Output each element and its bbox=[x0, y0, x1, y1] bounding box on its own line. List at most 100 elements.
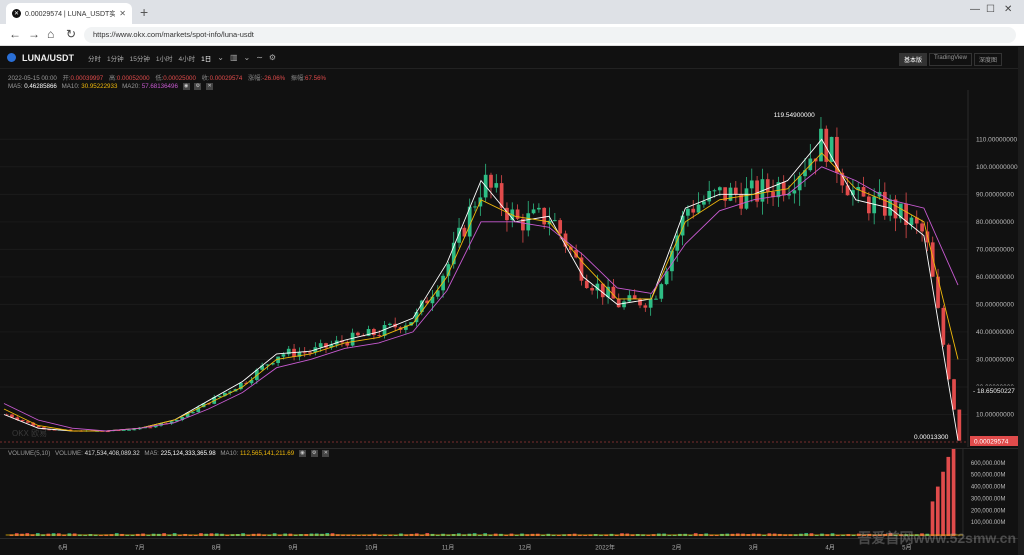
back-arrow-icon[interactable]: ← bbox=[9, 27, 21, 41]
candlestick bbox=[494, 174, 499, 193]
maximize-button[interactable]: ☐ bbox=[986, 4, 995, 15]
candlestick bbox=[505, 202, 509, 232]
volume-chart[interactable]: 600,000.00M 500,000.00M 400,000.00M 300,000… bbox=[0, 448, 1024, 538]
candlestick bbox=[898, 203, 903, 223]
candle-body bbox=[302, 352, 307, 354]
candle-body bbox=[952, 379, 956, 410]
home-icon[interactable]: ⌂ bbox=[47, 27, 54, 41]
volume-bar bbox=[941, 471, 945, 537]
volume-tick-label: 200,000.00M bbox=[971, 508, 1006, 514]
candle-body bbox=[217, 395, 222, 398]
price-tick-label: 40.00000000 bbox=[976, 329, 1014, 336]
reload-icon[interactable]: ↻ bbox=[66, 27, 76, 41]
symbol-name[interactable]: LUNA/USDT bbox=[22, 53, 74, 63]
price-tick-label: 90.00000000 bbox=[976, 191, 1014, 198]
candlestick bbox=[877, 179, 882, 200]
time-tick-label: 7月 bbox=[135, 544, 145, 551]
address-bar: ← → ⌂ ↻ https://www.okx.com/markets/spot… bbox=[0, 24, 1024, 46]
settings-icon[interactable]: ⚙ bbox=[194, 83, 202, 90]
okx-favicon-icon: ✕ bbox=[12, 9, 21, 18]
candlestick bbox=[686, 205, 690, 227]
eye-icon[interactable]: ◉ bbox=[182, 83, 190, 90]
candlestick bbox=[542, 207, 547, 230]
candlestick bbox=[659, 282, 664, 302]
candle-body bbox=[377, 335, 382, 337]
price-tick-label: 50.00000000 bbox=[976, 301, 1014, 308]
new-tab-button[interactable]: + bbox=[140, 4, 148, 20]
candle-body bbox=[893, 199, 898, 219]
price-tick-label: 100.00000000 bbox=[976, 164, 1018, 171]
amplitude-value: 67.56% bbox=[305, 75, 327, 82]
close-window-button[interactable]: ✕ bbox=[1004, 4, 1012, 15]
close-label: 收: bbox=[201, 75, 210, 82]
drawing-tool-icon[interactable]: ∼ bbox=[256, 53, 263, 62]
candlestick bbox=[952, 378, 956, 410]
interval-tab[interactable]: 分时 bbox=[88, 53, 101, 63]
candlestick bbox=[957, 409, 962, 441]
volume-bar bbox=[809, 533, 814, 537]
candle-body bbox=[318, 343, 323, 348]
interval-tab[interactable]: 1小时 bbox=[156, 53, 173, 63]
volume-tick-label: 600,000.00M bbox=[971, 461, 1006, 467]
chevron-down-icon[interactable]: ⌄ bbox=[244, 53, 251, 62]
candlestick bbox=[446, 261, 451, 283]
volume-bar bbox=[693, 533, 698, 537]
candle-body bbox=[632, 295, 637, 299]
price-tick-label: 60.00000000 bbox=[976, 274, 1014, 281]
candlestick bbox=[909, 214, 914, 230]
interval-tab[interactable]: 15分钟 bbox=[130, 53, 150, 63]
candle-body bbox=[819, 128, 823, 162]
time-tick-label: 8月 bbox=[212, 544, 222, 551]
open-label: 开: bbox=[62, 75, 71, 82]
candle-body bbox=[765, 179, 770, 192]
candle-body bbox=[792, 190, 797, 194]
candle-body bbox=[733, 187, 738, 195]
volume-tick-label: 500,000.00M bbox=[971, 473, 1006, 479]
interval-tab-active[interactable]: 1日 bbox=[201, 53, 211, 63]
candlestick bbox=[276, 356, 280, 367]
candle-body bbox=[686, 208, 690, 216]
candle-body bbox=[691, 208, 696, 213]
candlestick bbox=[238, 382, 243, 391]
candlestick bbox=[622, 298, 626, 310]
candle-body bbox=[957, 409, 962, 441]
url-input[interactable]: https://www.okx.com/markets/spot-info/lu… bbox=[84, 27, 1016, 43]
time-tick-label: 6月 bbox=[58, 544, 68, 551]
candle-body bbox=[281, 354, 286, 357]
close-icon[interactable]: ✕ bbox=[206, 83, 214, 90]
settings-icon[interactable]: ⚙ bbox=[269, 53, 276, 62]
page-scrollbar[interactable] bbox=[1018, 47, 1024, 555]
candlestick bbox=[904, 192, 908, 239]
low-price-label: 0.00013300 bbox=[914, 434, 949, 441]
interval-tab[interactable]: 4小时 bbox=[178, 53, 195, 63]
view-tab-depth[interactable]: 深度图 bbox=[973, 53, 1002, 66]
candle-body bbox=[430, 296, 435, 304]
candle-body bbox=[372, 329, 376, 336]
browser-tab[interactable]: ✕ 0.00029574 | LUNA_USDT实时行情 ✕ bbox=[6, 3, 132, 24]
candle-body bbox=[638, 298, 642, 306]
chevron-down-icon[interactable]: ⌄ bbox=[217, 53, 224, 62]
candlestick bbox=[733, 181, 738, 203]
volume-bar bbox=[325, 533, 330, 537]
volume-bar bbox=[425, 533, 430, 537]
candle-body bbox=[148, 427, 153, 429]
price-chart[interactable]: 110.00000000 100.00000000 90.00000000 80.00… bbox=[0, 90, 1024, 447]
interval-tab[interactable]: 1分钟 bbox=[107, 53, 124, 63]
view-tab-basic[interactable]: 基本版 bbox=[898, 53, 927, 66]
volume-bar bbox=[114, 533, 119, 537]
view-tab-tradingview[interactable]: TradingView bbox=[928, 53, 972, 66]
forward-arrow-icon[interactable]: → bbox=[28, 27, 40, 41]
candlestick bbox=[286, 345, 291, 357]
candlestick bbox=[707, 180, 712, 205]
candlestick bbox=[462, 225, 467, 239]
tab-close-icon[interactable]: ✕ bbox=[119, 9, 126, 18]
volume-bar bbox=[804, 533, 809, 537]
candlestick bbox=[866, 191, 871, 221]
minimize-button[interactable]: — bbox=[970, 4, 980, 15]
candle-body bbox=[936, 276, 940, 308]
indicator-icon[interactable]: ▥ bbox=[230, 53, 238, 62]
price-tick-label: 80.00000000 bbox=[976, 219, 1014, 226]
candle-body bbox=[930, 242, 935, 277]
candle-body bbox=[515, 209, 520, 219]
time-tick-label: 9月 bbox=[288, 544, 298, 551]
